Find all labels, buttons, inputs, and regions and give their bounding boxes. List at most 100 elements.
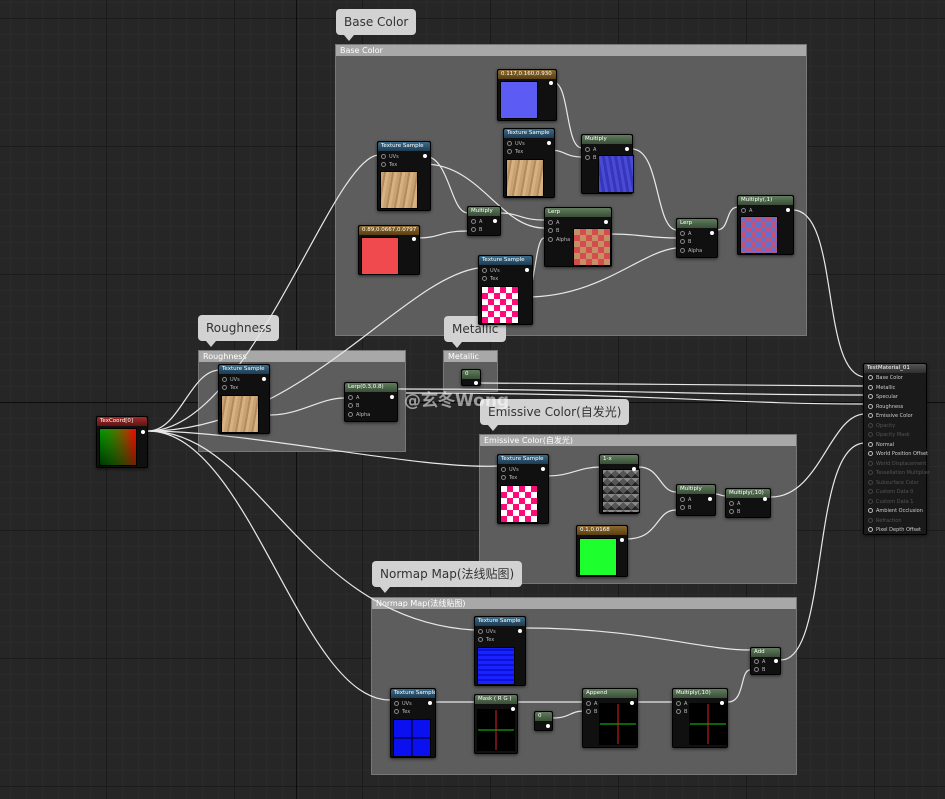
output-pin[interactable] bbox=[541, 467, 545, 471]
output-pin[interactable] bbox=[493, 219, 497, 223]
pin-uvs[interactable]: UVs bbox=[222, 377, 240, 383]
node-one-minus[interactable]: 1-x bbox=[599, 454, 640, 514]
output-pin[interactable] bbox=[630, 701, 634, 705]
node-material-output[interactable]: TestMaterial_01 Base Color Metallic Specul… bbox=[863, 363, 930, 535]
output-pin[interactable] bbox=[412, 237, 416, 241]
pin-circle-icon[interactable] bbox=[868, 384, 873, 390]
pin-uvs[interactable]: UVs bbox=[394, 701, 412, 707]
output-pin[interactable] bbox=[525, 268, 529, 272]
node-multiply-blue[interactable]: Multiply A B bbox=[581, 134, 634, 194]
output-pin-row[interactable]: World Displacement bbox=[868, 460, 926, 467]
output-pin-row[interactable]: Tessellation Multiplier bbox=[868, 470, 930, 476]
pin-circle-icon[interactable] bbox=[868, 479, 873, 485]
output-pin-row[interactable]: Refraction bbox=[868, 517, 902, 524]
pin-alpha[interactable]: Alpha bbox=[348, 412, 370, 418]
pin-a[interactable]: A bbox=[741, 208, 752, 214]
output-pin[interactable] bbox=[262, 377, 266, 381]
node-multiply-red[interactable]: Multiply A B bbox=[467, 206, 501, 236]
output-pin[interactable] bbox=[546, 724, 550, 728]
pin-circle-icon[interactable] bbox=[868, 441, 873, 447]
pin-a[interactable]: A bbox=[348, 395, 359, 401]
pin-a[interactable]: A bbox=[754, 659, 765, 665]
pin-circle-icon[interactable] bbox=[868, 451, 873, 456]
pin-tex[interactable]: Tex bbox=[222, 385, 238, 391]
pin-b[interactable]: B bbox=[548, 228, 559, 234]
output-pin[interactable] bbox=[511, 707, 515, 711]
pin-uvs[interactable]: UVs bbox=[482, 268, 500, 274]
output-pin-row[interactable]: Base Color bbox=[868, 375, 903, 381]
output-pin-row[interactable]: Custom Data 0 bbox=[868, 489, 913, 495]
output-pin[interactable] bbox=[428, 701, 432, 705]
output-pin-row[interactable]: Specular bbox=[868, 394, 898, 400]
output-pin[interactable] bbox=[604, 220, 608, 224]
node-add[interactable]: Add A B bbox=[750, 647, 781, 675]
node-texture-sample-normal-2[interactable]: Texture Sample UVs Tex bbox=[390, 688, 436, 758]
pin-circle-icon[interactable] bbox=[868, 413, 873, 418]
output-pin-row[interactable]: Ambient Occlusion bbox=[868, 508, 923, 514]
node-append[interactable]: Append A B bbox=[582, 688, 638, 748]
pin-alpha[interactable]: Alpha bbox=[548, 237, 570, 243]
output-pin[interactable] bbox=[774, 659, 778, 663]
pin-a[interactable]: A bbox=[680, 231, 691, 237]
pin-b[interactable]: B bbox=[754, 667, 765, 673]
pin-circle-icon[interactable] bbox=[868, 394, 873, 399]
output-pin[interactable] bbox=[763, 497, 767, 501]
node-texture-sample-wood-2[interactable]: Texture Sample UVs Tex bbox=[503, 128, 555, 198]
pin-b[interactable]: B bbox=[585, 155, 596, 161]
node-texture-sample-normal[interactable]: Texture Sample UVs Tex bbox=[474, 616, 526, 686]
output-pin[interactable] bbox=[708, 497, 712, 501]
output-pin-row[interactable]: Subsurface Color bbox=[868, 479, 919, 486]
pin-circle-icon[interactable] bbox=[868, 432, 873, 437]
output-pin-row[interactable]: Normal bbox=[868, 441, 894, 448]
pin-circle-icon[interactable] bbox=[868, 470, 873, 475]
node-constant-zero-normal[interactable]: 0 bbox=[534, 711, 553, 731]
node-mask-rg[interactable]: Mask ( R G ) bbox=[474, 694, 518, 754]
node-lerp[interactable]: Lerp A B Alpha bbox=[676, 218, 718, 258]
node-texture-sample-wood[interactable]: Texture Sample UVs Tex bbox=[377, 141, 431, 211]
output-pin[interactable] bbox=[547, 141, 551, 145]
output-pin[interactable] bbox=[625, 147, 629, 151]
pin-tex[interactable]: Tex bbox=[482, 276, 498, 282]
pin-alpha[interactable]: Alpha bbox=[680, 248, 702, 254]
output-pin-row[interactable]: Pixel Depth Offset bbox=[868, 527, 921, 533]
pin-circle-icon[interactable] bbox=[868, 498, 873, 504]
output-pin[interactable] bbox=[786, 208, 790, 212]
pin-tex[interactable]: Tex bbox=[381, 162, 397, 168]
pin-b[interactable]: B bbox=[471, 227, 482, 233]
node-lerp-checker[interactable]: Lerp A B Alpha bbox=[544, 207, 612, 267]
pin-a[interactable]: A bbox=[676, 701, 687, 707]
output-pin-row[interactable]: Roughness bbox=[868, 403, 903, 410]
pin-tex[interactable]: Tex bbox=[394, 709, 410, 715]
pin-circle-icon[interactable] bbox=[868, 517, 873, 523]
pin-b[interactable]: B bbox=[348, 403, 359, 409]
output-pin[interactable] bbox=[710, 231, 714, 235]
node-texcoord[interactable]: TexCoord[0] bbox=[96, 416, 148, 468]
pin-tex[interactable]: Tex bbox=[478, 637, 494, 643]
pin-uvs[interactable]: UVs bbox=[501, 467, 519, 473]
pin-b[interactable]: B bbox=[680, 239, 691, 245]
pin-a[interactable]: A bbox=[729, 501, 740, 507]
pin-b[interactable]: B bbox=[680, 505, 691, 511]
output-pin-row[interactable]: Custom Data 1 bbox=[868, 498, 913, 505]
pin-a[interactable]: A bbox=[585, 147, 596, 153]
output-pin-row[interactable]: Opacity bbox=[868, 422, 895, 429]
output-pin[interactable] bbox=[474, 381, 478, 385]
pin-circle-icon[interactable] bbox=[868, 375, 873, 380]
output-pin[interactable] bbox=[549, 81, 553, 85]
output-pin[interactable] bbox=[720, 701, 724, 705]
node-multiply-emissive[interactable]: Multiply A B bbox=[676, 484, 716, 516]
output-pin[interactable] bbox=[518, 629, 522, 633]
pin-circle-icon[interactable] bbox=[868, 460, 873, 466]
pin-a[interactable]: A bbox=[471, 219, 482, 225]
output-pin-row[interactable]: Emissive Color bbox=[868, 413, 913, 419]
output-pin[interactable] bbox=[141, 430, 145, 434]
pin-circle-icon[interactable] bbox=[868, 403, 873, 409]
pin-b[interactable]: B bbox=[676, 709, 687, 715]
output-pin[interactable] bbox=[632, 467, 636, 471]
node-metallic-constant[interactable]: 0 bbox=[461, 369, 481, 386]
pin-uvs[interactable]: UVs bbox=[507, 141, 525, 147]
node-multiply-10-normal[interactable]: Multiply(,10) A B bbox=[672, 688, 728, 748]
pin-a[interactable]: A bbox=[680, 497, 691, 503]
output-pin-row[interactable]: Metallic bbox=[868, 384, 895, 391]
pin-a[interactable]: A bbox=[548, 220, 559, 226]
